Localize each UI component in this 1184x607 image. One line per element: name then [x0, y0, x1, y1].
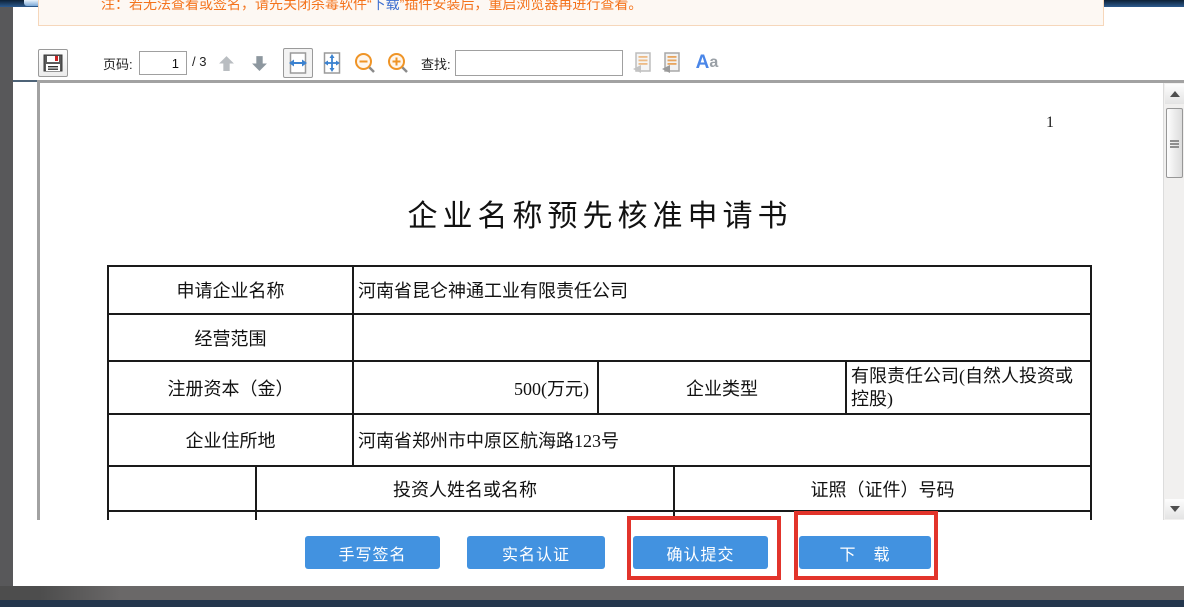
page-total-label: / 3 [192, 54, 206, 69]
scrollbar-thumb[interactable] [1166, 108, 1183, 178]
handwritten-signature-button[interactable]: 手写签名 [305, 536, 440, 569]
zoom-out-icon [354, 52, 376, 74]
notice-text-after: ”插件安装后，重启浏览器再进行查看。 [400, 0, 643, 12]
scroll-up-icon [1170, 91, 1180, 97]
table-row: 经营范围 [108, 314, 1091, 361]
document-title: 企业名称预先核准申请书 [40, 191, 1160, 235]
cell-registered-capital-value: 500(万元) [353, 361, 598, 414]
cell-empty [108, 511, 256, 520]
table-row: 投资人姓名或名称 证照（证件）号码 [108, 466, 1091, 511]
cell-company-type-value: 有限责任公司(自然人投资或控股) [846, 361, 1091, 414]
zoom-out-button[interactable] [351, 49, 379, 77]
table-row: 企业住所地 河南省郑州市中原区航海路123号 [108, 414, 1091, 466]
vertical-scrollbar[interactable] [1163, 83, 1184, 520]
cell-registered-capital-label: 注册资本（金） [108, 361, 353, 414]
bottom-status-bar [0, 586, 1184, 600]
save-icon [43, 54, 63, 72]
cell-address-label: 企业住所地 [108, 414, 353, 466]
arrow-down-icon [251, 55, 268, 72]
cell-business-scope-label: 经营范围 [108, 314, 353, 361]
previous-page-button[interactable] [213, 50, 239, 76]
document-page: 1 企业名称预先核准申请书 申请企业名称 河南省昆仑神通工业有限责任公司 经营范… [40, 83, 1160, 520]
find-previous-button[interactable] [629, 49, 655, 77]
real-name-auth-button[interactable]: 实名认证 [467, 536, 605, 569]
zoom-in-button[interactable] [384, 49, 412, 77]
zoom-in-icon [387, 52, 409, 74]
scrollbar-grip [1170, 140, 1179, 142]
document-page-number: 1 [1010, 114, 1090, 132]
cell-company-name-value: 河南省昆仑神通工业有限责任公司 [353, 266, 1091, 314]
table-row [108, 511, 1091, 520]
save-button[interactable] [38, 49, 68, 77]
page-number-label: 页码: [103, 54, 133, 73]
window-left-edge [0, 7, 13, 586]
document-viewport: 1 企业名称预先核准申请书 申请企业名称 河南省昆仑神通工业有限责任公司 经营范… [37, 80, 1184, 520]
fit-width-icon [288, 52, 308, 74]
cell-investor-name-header: 投资人姓名或名称 [256, 466, 674, 511]
find-next-icon [661, 52, 681, 74]
arrow-up-icon [218, 55, 235, 72]
scroll-up-button[interactable] [1165, 84, 1184, 104]
find-previous-icon [632, 52, 652, 74]
table-row: 申请企业名称 河南省昆仑神通工业有限责任公司 [108, 266, 1091, 314]
app-window: 注：若无法查看或签名，请先关闭杀毒软件“下载”插件安装后，重启浏览器再进行查看。… [0, 0, 1184, 607]
find-next-button[interactable] [658, 49, 684, 77]
find-label: 查找: [421, 54, 451, 73]
scroll-down-icon [1170, 506, 1180, 512]
bottom-taskbar [0, 600, 1184, 607]
cell-license-number-header: 证照（证件）号码 [674, 466, 1091, 511]
scroll-down-button[interactable] [1165, 499, 1184, 519]
table-row: 注册资本（金） 500(万元) 企业类型 有限责任公司(自然人投资或控股) [108, 361, 1091, 414]
page-number-input[interactable] [139, 51, 187, 75]
application-form-table: 申请企业名称 河南省昆仑神通工业有限责任公司 经营范围 注册资本（金） 500(… [107, 265, 1092, 520]
cell-business-scope-value [353, 314, 1091, 361]
fit-width-button[interactable] [283, 48, 313, 78]
notice-text: 注：若无法查看或签名，请先关闭杀毒软件“ [101, 0, 372, 12]
viewer-toolbar: 页码: / 3 [13, 44, 1184, 82]
cell-company-type-label: 企业类型 [598, 361, 846, 414]
annotation-box-confirm-submit [627, 516, 781, 580]
fit-page-button[interactable] [317, 48, 347, 78]
match-case-upper: A [696, 52, 710, 74]
notice-banner: 注：若无法查看或签名，请先关闭杀毒软件“下载”插件安装后，重启浏览器再进行查看。 [38, 0, 1104, 26]
match-case-toggle[interactable]: Aa [689, 48, 725, 78]
cell-address-value: 河南省郑州市中原区航海路123号 [353, 414, 1091, 466]
cell-company-name-label: 申请企业名称 [108, 266, 353, 314]
cell-empty [256, 511, 674, 520]
fit-page-icon [322, 52, 342, 74]
download-plugin-link[interactable]: 下载 [372, 0, 400, 12]
cell-investor-spacer [108, 466, 256, 511]
next-page-button[interactable] [246, 50, 272, 76]
annotation-box-download [794, 511, 938, 580]
find-input[interactable] [455, 50, 623, 76]
match-case-lower: a [709, 54, 718, 72]
